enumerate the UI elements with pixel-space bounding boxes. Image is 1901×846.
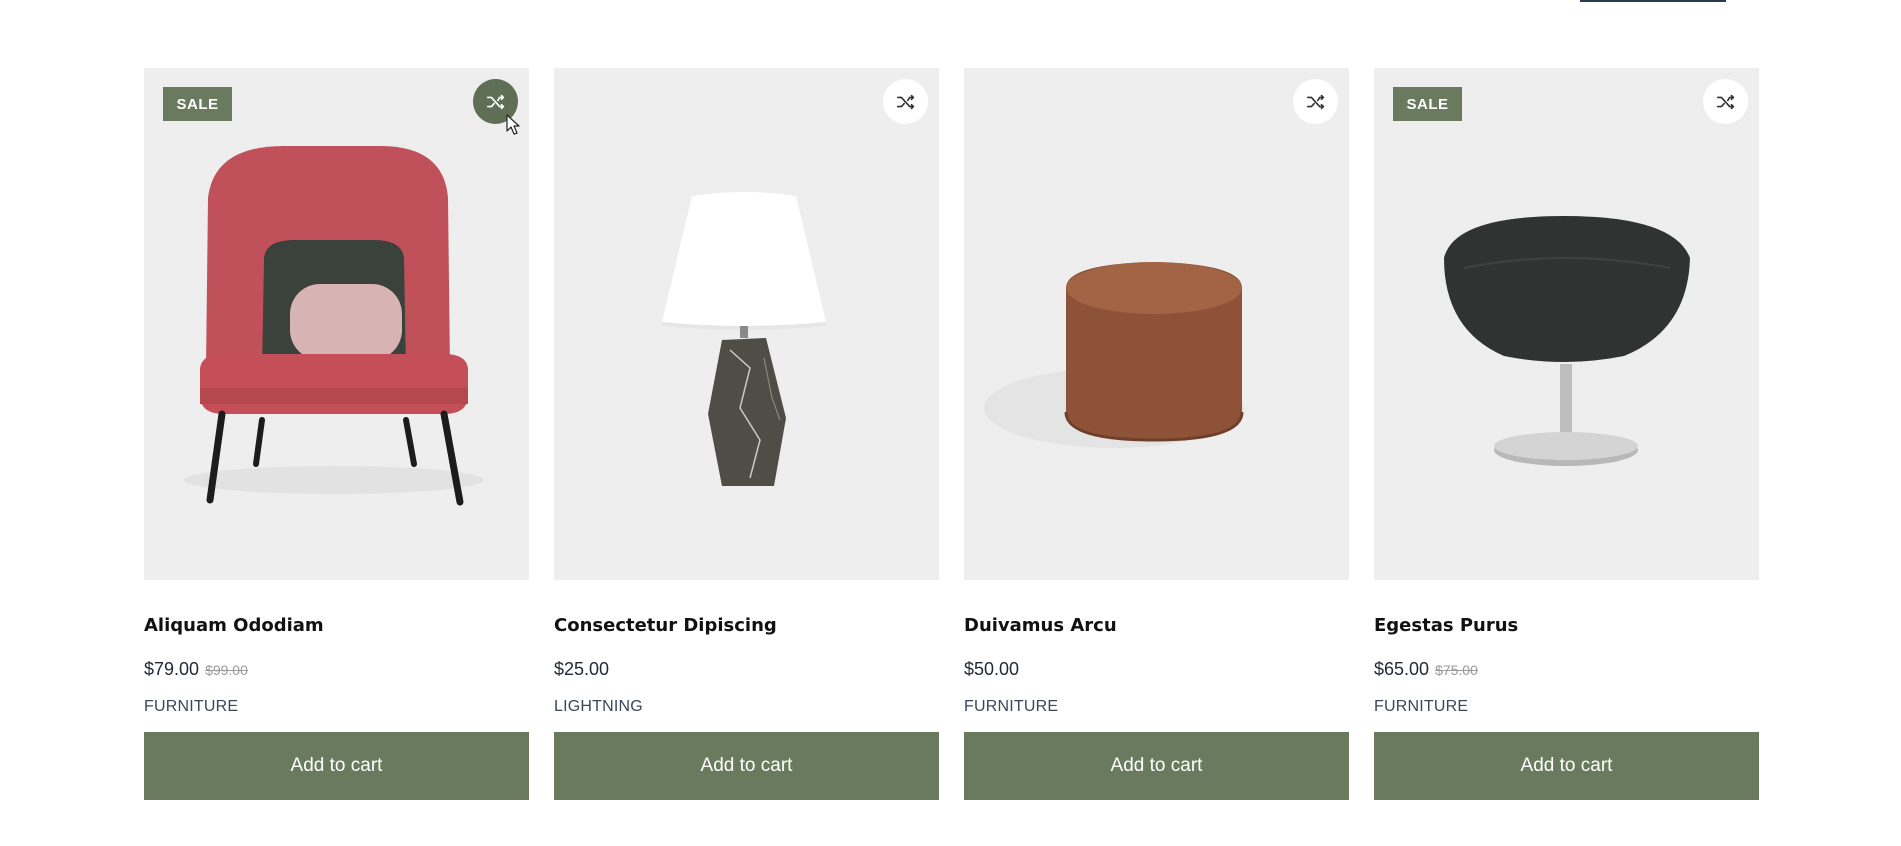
product-old-price: $99.00 (205, 662, 248, 678)
product-category[interactable]: FURNITURE (1374, 697, 1759, 717)
product-image-container[interactable] (964, 68, 1349, 580)
sale-badge: SALE (163, 87, 232, 121)
price-row: $50.00 (964, 657, 1349, 681)
add-to-cart-button[interactable]: Add to cart (1374, 732, 1759, 800)
mouse-pointer-icon (506, 114, 520, 135)
product-title[interactable]: Consectetur Dipiscing (554, 614, 939, 638)
product-card: Consectetur Dipiscing $25.00 LIGHTNING A… (554, 68, 939, 800)
product-price: $50.00 (964, 659, 1020, 679)
compare-button[interactable] (1293, 79, 1338, 124)
product-image-container[interactable]: SALE (1374, 68, 1759, 580)
add-to-cart-button[interactable]: Add to cart (144, 732, 529, 800)
product-title[interactable]: Aliquam Ododiam (144, 614, 529, 638)
price-row: $25.00 (554, 657, 939, 681)
shuffle-icon (1716, 94, 1734, 109)
add-to-cart-button[interactable]: Add to cart (964, 732, 1349, 800)
product-grid: SALE Aliquam Ododiam $79.00 $99.00 FURNI… (144, 68, 1759, 800)
product-image-container[interactable] (554, 68, 939, 580)
sale-badge: SALE (1393, 87, 1462, 121)
product-title[interactable]: Egestas Purus (1374, 614, 1759, 638)
product-price: $65.00 (1374, 659, 1430, 679)
product-image-container[interactable]: SALE (144, 68, 529, 580)
black-swivel-chair-image[interactable] (1374, 68, 1759, 580)
product-price: $25.00 (554, 659, 610, 679)
product-category[interactable]: FURNITURE (964, 697, 1349, 717)
compare-button[interactable] (1703, 79, 1748, 124)
product-grid-page: SALE Aliquam Ododiam $79.00 $99.00 FURNI… (0, 0, 1901, 846)
product-card: SALE Aliquam Ododiam $79.00 $99.00 FURNI… (144, 68, 529, 800)
marble-table-lamp-image[interactable] (554, 68, 939, 580)
product-card: Duivamus Arcu $50.00 FURNITURE Add to ca… (964, 68, 1349, 800)
product-card: SALE Egestas Purus $65.00 $75.00 FURNITU… (1374, 68, 1759, 800)
top-dropdown-edge[interactable] (1580, 0, 1726, 2)
compare-button[interactable] (883, 79, 928, 124)
product-category[interactable]: FURNITURE (144, 697, 529, 717)
price-row: $65.00 $75.00 (1374, 657, 1759, 681)
shuffle-icon (896, 94, 914, 109)
price-row: $79.00 $99.00 (144, 657, 529, 681)
add-to-cart-button[interactable]: Add to cart (554, 732, 939, 800)
product-title[interactable]: Duivamus Arcu (964, 614, 1349, 638)
product-price: $79.00 (144, 659, 200, 679)
product-old-price: $75.00 (1435, 662, 1478, 678)
product-category[interactable]: LIGHTNING (554, 697, 939, 717)
red-lounge-chair-image[interactable] (144, 68, 529, 580)
shuffle-icon (486, 94, 504, 109)
shuffle-icon (1306, 94, 1324, 109)
brown-pouf-image[interactable] (964, 68, 1349, 580)
